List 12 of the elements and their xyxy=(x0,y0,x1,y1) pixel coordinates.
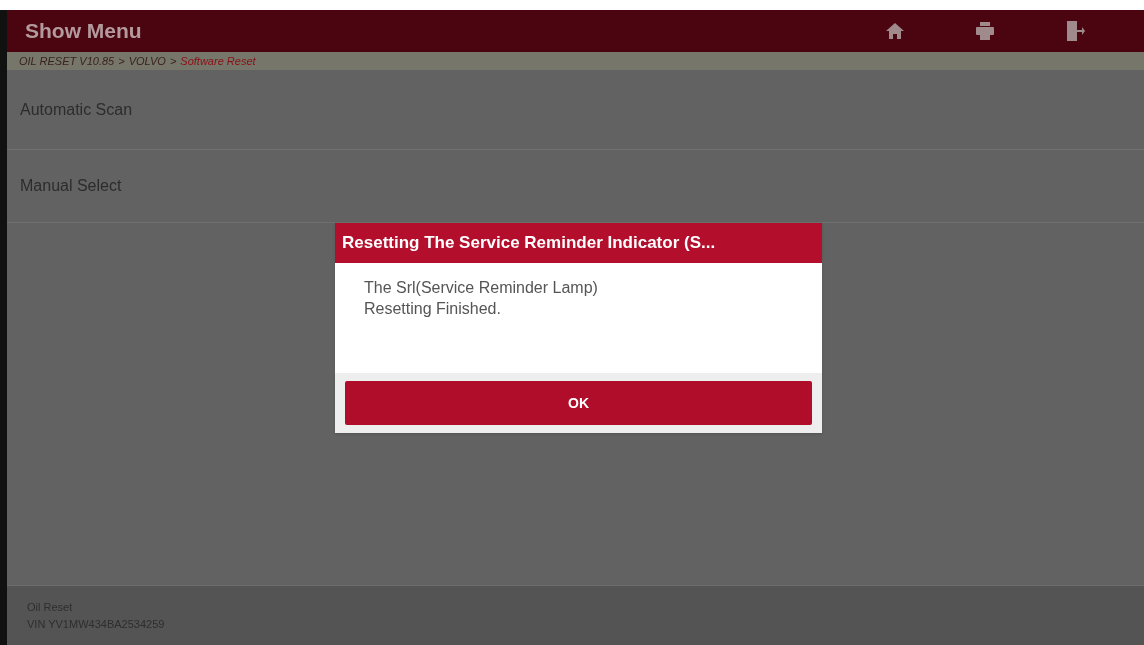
breadcrumb-item[interactable]: Software Reset xyxy=(180,52,256,70)
printer-icon[interactable] xyxy=(976,22,994,40)
ok-button[interactable]: OK xyxy=(345,381,812,425)
breadcrumb-item[interactable]: VOLVO xyxy=(128,52,166,70)
breadcrumb-separator: > xyxy=(118,53,125,69)
home-icon[interactable] xyxy=(886,23,904,39)
dialog-title: Resetting The Service Reminder Indicator (S... xyxy=(335,223,822,263)
header-title: Show Menu xyxy=(25,18,143,45)
breadcrumb-item[interactable]: OIL RESET V10.85 xyxy=(19,52,115,70)
exit-icon[interactable] xyxy=(1065,21,1085,41)
dialog-message: The Srl(Service Reminder Lamp) Resetting Finished. xyxy=(363,278,599,319)
breadcrumb-separator: > xyxy=(169,53,177,69)
